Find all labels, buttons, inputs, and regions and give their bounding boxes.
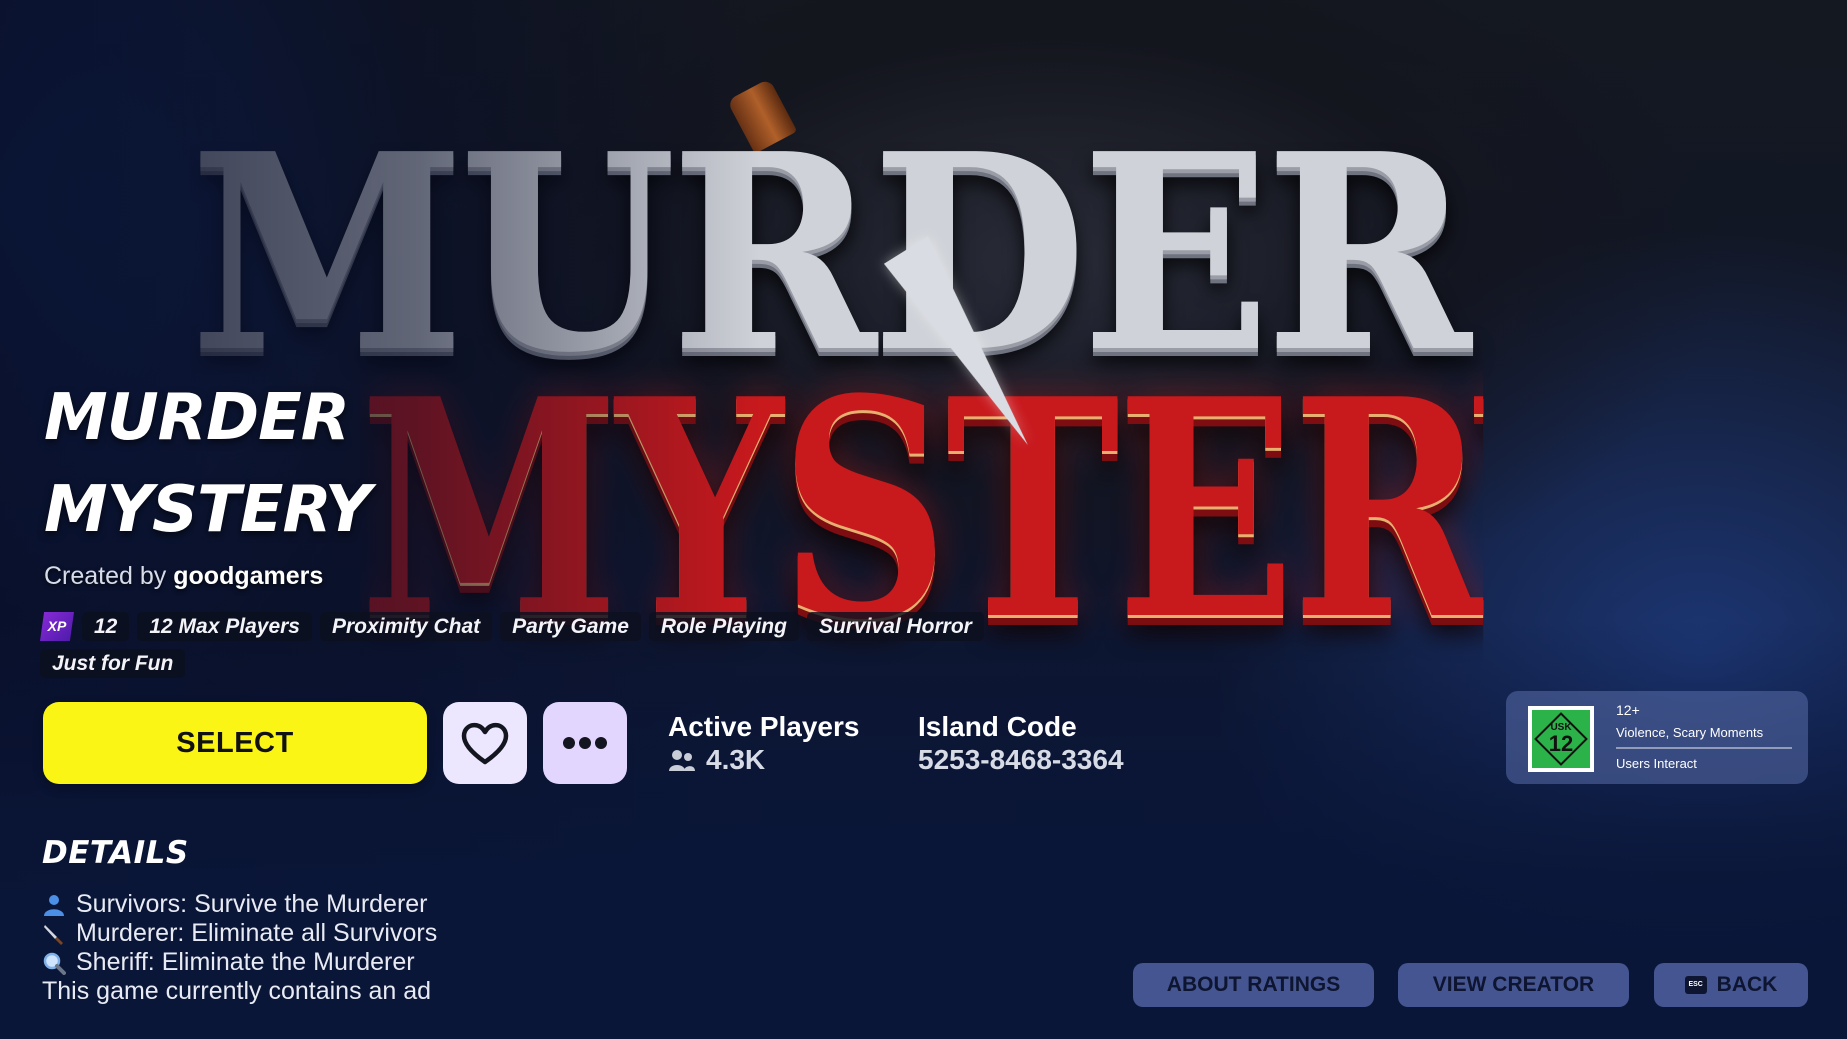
usk-badge-number: 12 [1548, 731, 1574, 756]
island-title: MURDER MYSTERY [44, 372, 564, 556]
island-title-line1: MURDER [44, 381, 350, 455]
tag-party-game: Party Game [500, 612, 641, 641]
details-line-text: Murderer: Eliminate all Survivors [76, 919, 438, 947]
tag-role-playing: Role Playing [648, 612, 799, 641]
about-ratings-button[interactable]: ABOUT RATINGS [1133, 963, 1374, 1007]
usk-rating-badge: USK 12 [1528, 706, 1594, 772]
select-button[interactable]: SELECT [43, 702, 427, 784]
back-button-label: BACK [1716, 973, 1778, 996]
tag-list: XP 12 12 Max Players Proximity Chat Part… [40, 612, 1080, 678]
view-creator-button[interactable]: VIEW CREATOR [1398, 963, 1629, 1007]
details-heading: DETAILS [42, 835, 189, 871]
tag-age: 12 [82, 612, 130, 641]
active-players-label: Active Players [668, 711, 860, 742]
favorite-button[interactable] [443, 702, 527, 784]
tag-proximity-chat: Proximity Chat [319, 612, 493, 641]
creator-name: goodgamers [173, 562, 324, 590]
heart-icon [461, 722, 509, 765]
rating-age: 12+ [1616, 702, 1640, 718]
details-line-text: Survivors: Survive the Murderer [76, 890, 428, 918]
details-line-murderer: Murderer: Eliminate all Survivors [42, 919, 602, 948]
tag-just-for-fun: Just for Fun [40, 649, 186, 678]
esc-key-icon: ESC [1684, 976, 1707, 994]
back-button[interactable]: ESC BACK [1654, 963, 1808, 1007]
island-code-value: 5253-8468-3364 [918, 744, 1124, 775]
players-icon [669, 750, 695, 771]
magnifier-icon [42, 951, 76, 975]
rating-descriptors: Violence, Scary Moments [1616, 725, 1764, 740]
details-line-survivors: Survivors: Survive the Murderer [42, 890, 602, 919]
more-dots-icon [563, 737, 607, 749]
more-options-button[interactable] [543, 702, 627, 784]
age-rating-panel: USK 12 12+ Violence, Scary Moments Users… [1506, 691, 1808, 784]
person-icon [42, 893, 76, 917]
island-code-label: Island Code [918, 711, 1077, 742]
details-line-sheriff: Sheriff: Eliminate the Murderer [42, 948, 602, 977]
details-list: Survivors: Survive the Murderer Murderer… [42, 890, 602, 1006]
rating-interactive-elements: Users Interact [1616, 756, 1697, 771]
island-title-line2: MYSTERY [44, 473, 371, 547]
tag-max-players: 12 Max Players [137, 612, 312, 641]
creator-line: Created by goodgamers [44, 561, 323, 591]
details-line-text: Sheriff: Eliminate the Murderer [76, 948, 415, 976]
rating-divider [1616, 747, 1792, 749]
xp-badge-icon: XP [40, 612, 74, 641]
active-players-value: 4.3K [706, 744, 766, 775]
created-by-label: Created by [44, 562, 167, 590]
ad-notice: This game currently contains an ad [42, 977, 432, 1005]
tag-survival-horror: Survival Horror [806, 612, 984, 641]
knife-icon [42, 922, 76, 946]
